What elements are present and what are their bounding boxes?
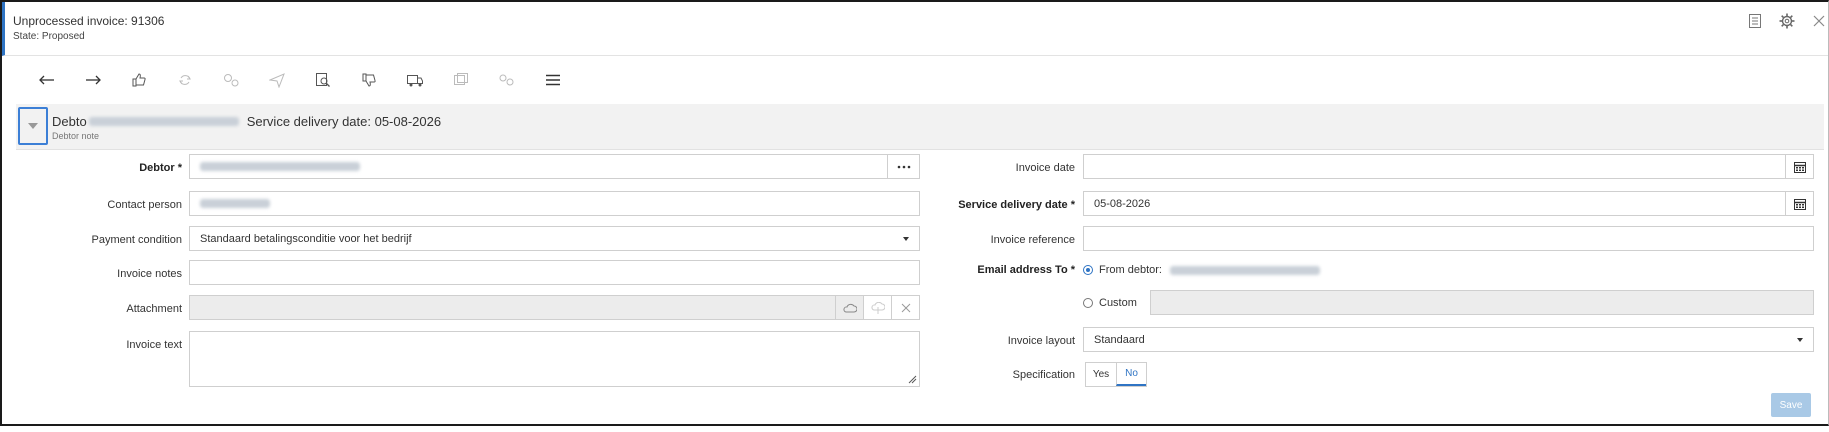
truck-icon[interactable] (392, 65, 438, 95)
thumbs-down-icon[interactable] (346, 65, 392, 95)
invoice-layout-select[interactable]: Standaard (1083, 327, 1814, 352)
window-title: Unprocessed invoice: 91306 (13, 14, 165, 28)
window-state: State: Proposed (13, 31, 85, 42)
payment-condition-select[interactable]: Standaard betalingsconditie voor het bed… (189, 226, 920, 251)
debtor-prefix: Debto (52, 114, 87, 129)
specification-no[interactable]: No (1116, 363, 1146, 386)
calendar-icon[interactable] (1785, 155, 1813, 178)
preview-icon[interactable] (300, 65, 346, 95)
arrow-right-icon[interactable] (70, 65, 116, 95)
chevron-down-icon (28, 123, 38, 129)
payment-condition-value: Standaard betalingsconditie voor het bed… (200, 232, 412, 245)
clear-icon[interactable] (891, 296, 919, 319)
custom-label: Custom (1099, 297, 1137, 309)
cloud-view-icon[interactable] (835, 296, 863, 319)
email-from-debtor-option[interactable]: From debtor: (1083, 264, 1320, 276)
invoice-notes-label: Invoice notes (117, 268, 182, 280)
link-icon[interactable] (484, 65, 530, 95)
invoice-notes-input[interactable] (189, 260, 920, 285)
debtor-note: Debtor note (52, 131, 100, 141)
collapse-toggle[interactable] (18, 107, 48, 145)
calendar-icon[interactable] (1785, 192, 1813, 215)
send-icon[interactable] (254, 65, 300, 95)
debtor-header: Debto Service delivery date: 05-08-2026 … (16, 104, 1824, 150)
gears-icon[interactable] (208, 65, 254, 95)
attachment-field[interactable] (189, 295, 920, 320)
invoice-text-label: Invoice text (126, 339, 182, 351)
service-delivery-date-label: Service delivery date * (958, 199, 1075, 211)
service-date-summary: Service delivery date: 05-08-2026 (246, 114, 442, 129)
invoice-layout-value: Standaard (1094, 333, 1145, 346)
gear-icon[interactable] (1778, 12, 1796, 30)
email-custom-option[interactable]: Custom (1083, 297, 1137, 309)
specification-label: Specification (1012, 369, 1075, 381)
debtor-field[interactable] (189, 154, 920, 179)
save-button[interactable]: Save (1771, 393, 1811, 417)
custom-email-input[interactable] (1150, 290, 1814, 315)
chevron-down-icon (1797, 338, 1803, 342)
attachment-label: Attachment (126, 303, 182, 315)
invoice-date-label: Invoice date (1015, 162, 1075, 174)
upload-icon[interactable] (863, 296, 891, 319)
custom-radio[interactable] (1083, 298, 1093, 308)
invoice-layout-label: Invoice layout (1007, 335, 1075, 347)
debtor-email-redacted (1169, 265, 1320, 275)
action-toolbar (2, 56, 1828, 104)
contact-field[interactable] (189, 191, 920, 216)
invoice-reference-input[interactable] (1083, 226, 1814, 251)
document-icon[interactable] (1746, 12, 1764, 30)
invoice-date-input[interactable] (1083, 154, 1814, 179)
contact-label: Contact person (107, 199, 182, 211)
debtor-header-title: Debto Service delivery date: 05-08-2026 (52, 114, 441, 129)
debtor-label: Debtor * (139, 162, 182, 174)
invoice-window: Unprocessed invoice: 91306 State: Propos… (0, 0, 1829, 426)
invoice-text-area[interactable] (189, 331, 920, 387)
refresh-icon[interactable] (162, 65, 208, 95)
contact-value-redacted (200, 199, 270, 208)
payment-condition-label: Payment condition (91, 234, 183, 246)
title-bar: Unprocessed invoice: 91306 State: Propos… (2, 2, 1828, 56)
debtor-name-redacted (88, 117, 239, 126)
arrow-left-icon[interactable] (24, 65, 70, 95)
specification-toggle: Yes No (1085, 362, 1147, 387)
specification-yes[interactable]: Yes (1086, 363, 1116, 386)
debtor-value-redacted (200, 162, 360, 171)
email-to-label: Email address To * (977, 264, 1075, 276)
invoice-reference-label: Invoice reference (990, 234, 1075, 246)
copy-icon[interactable] (438, 65, 484, 95)
from-debtor-label: From debtor: (1099, 264, 1162, 276)
thumbs-up-icon[interactable] (116, 65, 162, 95)
close-icon[interactable] (1810, 12, 1828, 30)
service-delivery-date-value: 05-08-2026 (1094, 197, 1151, 210)
from-debtor-radio[interactable] (1083, 265, 1093, 275)
service-delivery-date-input[interactable]: 05-08-2026 (1083, 191, 1814, 216)
menu-icon[interactable] (530, 65, 576, 95)
title-actions (1746, 12, 1828, 30)
